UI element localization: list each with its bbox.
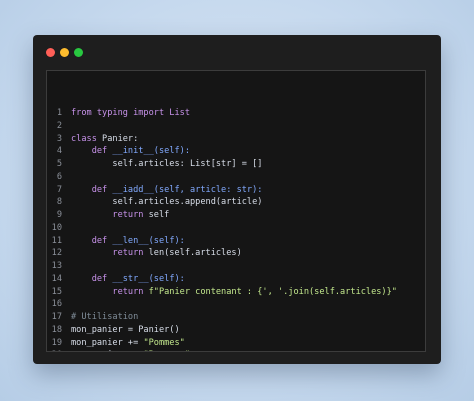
code-text: return f"Panier contenant : {', '.join(s… bbox=[71, 286, 397, 299]
code-token: # Utilisation bbox=[71, 312, 139, 322]
line-number: 8 bbox=[56, 197, 62, 208]
code-text: def __str__(self): bbox=[71, 273, 185, 286]
line-number: 12 bbox=[51, 248, 62, 259]
code-text: class Panier: bbox=[71, 133, 138, 146]
code-token: Panier: bbox=[102, 133, 139, 144]
code-text: def __len__(self): bbox=[71, 235, 185, 248]
line-number: 7 bbox=[56, 184, 62, 195]
code-token: def bbox=[71, 146, 113, 157]
code-text: self.articles: List[str] = [] bbox=[71, 158, 262, 171]
line-number: 2 bbox=[56, 120, 62, 131]
code-text: # Utilisation bbox=[71, 311, 138, 324]
code-text: return len(self.articles) bbox=[71, 247, 242, 260]
line-number: 1 bbox=[56, 108, 62, 118]
maximize-window-icon[interactable] bbox=[74, 48, 83, 57]
code-editor[interactable]: 1 from typing import List 2 3 class Panier: 4… bbox=[46, 70, 426, 352]
code-text: mon_panier += "Bananes" bbox=[71, 349, 190, 351]
code-text: self.articles.append(article) bbox=[71, 196, 262, 209]
code-token: return bbox=[71, 248, 149, 259]
code-text: mon_panier += "Pommes" bbox=[71, 337, 185, 350]
code-token: __init__(self): bbox=[112, 146, 191, 157]
code-token: return bbox=[71, 286, 149, 297]
line-number: 16 bbox=[51, 299, 62, 310]
code-token: def bbox=[71, 235, 113, 246]
line-number: 9 bbox=[56, 210, 62, 220]
code-token: mon_panier += bbox=[71, 337, 144, 348]
code-token: def bbox=[71, 273, 113, 284]
code-token: self bbox=[148, 210, 170, 220]
code-token: self.articles: List[str] = [] bbox=[71, 159, 263, 169]
line-number: 10 bbox=[51, 222, 62, 233]
code-window: 1 from typing import List 2 3 class Panier: 4… bbox=[33, 35, 441, 364]
line-number: 18 bbox=[51, 324, 62, 335]
code-token: return bbox=[71, 210, 149, 220]
code-token: def bbox=[71, 184, 113, 195]
code-token: f"Panier contenant : {', '.join(self.art… bbox=[148, 286, 397, 297]
line-number: 20 bbox=[47, 349, 62, 351]
line-number: 5 bbox=[56, 159, 62, 169]
code-token: self.articles.append(article) bbox=[71, 197, 263, 208]
line-number: 15 bbox=[51, 286, 62, 297]
window-titlebar bbox=[33, 35, 441, 69]
code-token: __iadd__(self, article: str): bbox=[112, 184, 263, 195]
close-window-icon[interactable] bbox=[46, 48, 55, 57]
code-text: mon_panier = Panier() bbox=[71, 324, 180, 337]
code-text: def __init__(self): bbox=[71, 145, 190, 158]
line-number: 19 bbox=[51, 337, 62, 348]
line-number: 11 bbox=[51, 235, 62, 246]
code-token: __str__(self): bbox=[112, 273, 185, 284]
code-text: def __iadd__(self, article: str): bbox=[71, 184, 263, 197]
line-number: 17 bbox=[51, 312, 62, 322]
line-number: 3 bbox=[56, 133, 62, 144]
line-number: 13 bbox=[51, 261, 62, 271]
code-token: class bbox=[71, 133, 103, 144]
line-number: 4 bbox=[56, 146, 62, 157]
code-token: from typing import List bbox=[71, 108, 190, 118]
line-number: 14 bbox=[51, 273, 62, 284]
code-token: __len__(self): bbox=[112, 235, 185, 246]
minimize-window-icon[interactable] bbox=[60, 48, 69, 57]
code-token: mon_panier = Panier() bbox=[71, 324, 180, 335]
code-token: "Pommes" bbox=[143, 337, 185, 348]
code-text: return self bbox=[71, 209, 169, 222]
line-number: 6 bbox=[56, 171, 62, 182]
code-token: mon_panier += bbox=[71, 350, 143, 351]
code-token: len(self.articles) bbox=[148, 248, 242, 259]
code-token: "Bananes" bbox=[143, 350, 190, 351]
code-text: from typing import List bbox=[71, 107, 190, 120]
